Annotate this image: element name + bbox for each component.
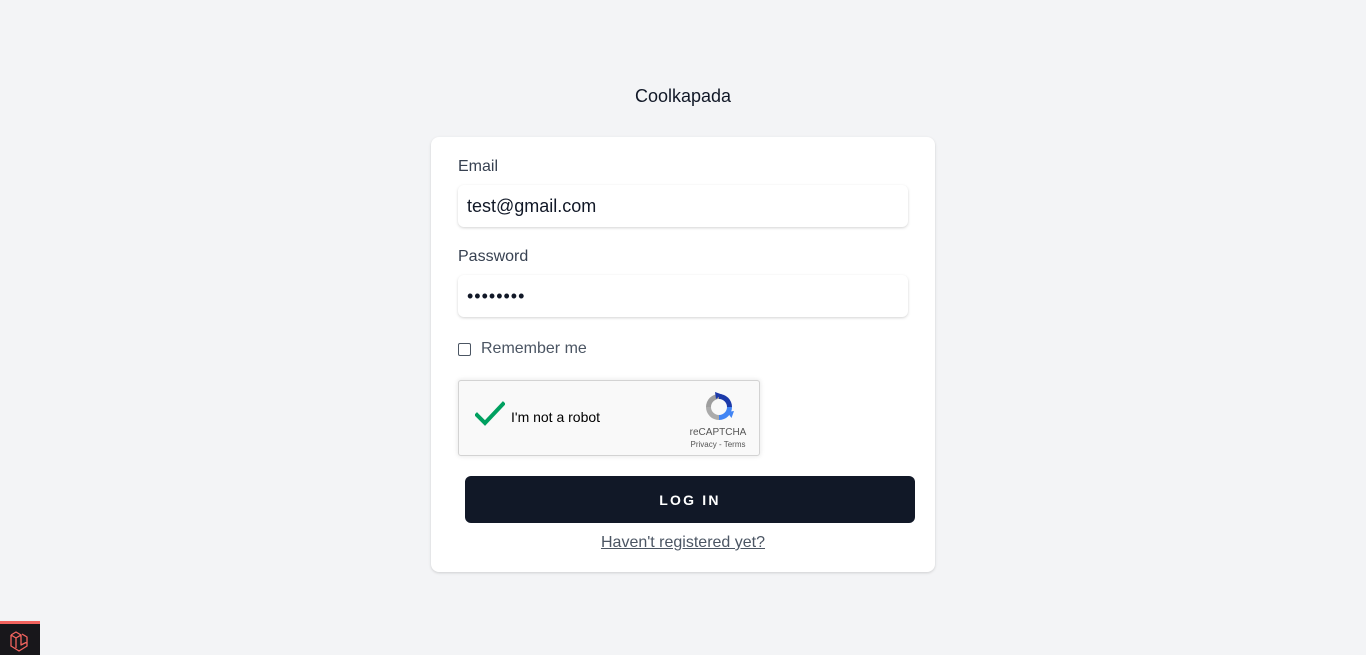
- register-link[interactable]: Haven't registered yet?: [431, 534, 935, 552]
- remember-me-label: Remember me: [481, 340, 587, 357]
- debugbar-toggle[interactable]: [0, 621, 40, 655]
- email-field[interactable]: [458, 185, 908, 227]
- password-field[interactable]: [458, 275, 908, 317]
- recaptcha-privacy-link[interactable]: Privacy: [691, 440, 717, 449]
- email-label: Email: [458, 158, 499, 175]
- recaptcha-link-separator: -: [716, 440, 724, 449]
- laravel-logo-icon: [10, 631, 28, 652]
- recaptcha-label: I'm not a robot: [511, 409, 601, 425]
- recaptcha-links: Privacy - Terms: [681, 440, 755, 449]
- login-card: Email Password Remember me I'm not a rob…: [431, 137, 935, 572]
- remember-me-checkbox[interactable]: [458, 342, 471, 356]
- recaptcha-logo-icon: [706, 392, 734, 420]
- recaptcha-widget: I'm not a robot reCAPTCHA Privacy - Term…: [458, 380, 760, 456]
- checkmark-icon[interactable]: [475, 401, 505, 427]
- login-button[interactable]: LOG IN: [465, 476, 915, 523]
- remember-me-row[interactable]: Remember me: [458, 340, 587, 358]
- recaptcha-terms-link[interactable]: Terms: [724, 440, 746, 449]
- password-label: Password: [458, 248, 529, 265]
- app-title: Coolkapada: [634, 86, 732, 106]
- recaptcha-brand: reCAPTCHA: [689, 427, 747, 438]
